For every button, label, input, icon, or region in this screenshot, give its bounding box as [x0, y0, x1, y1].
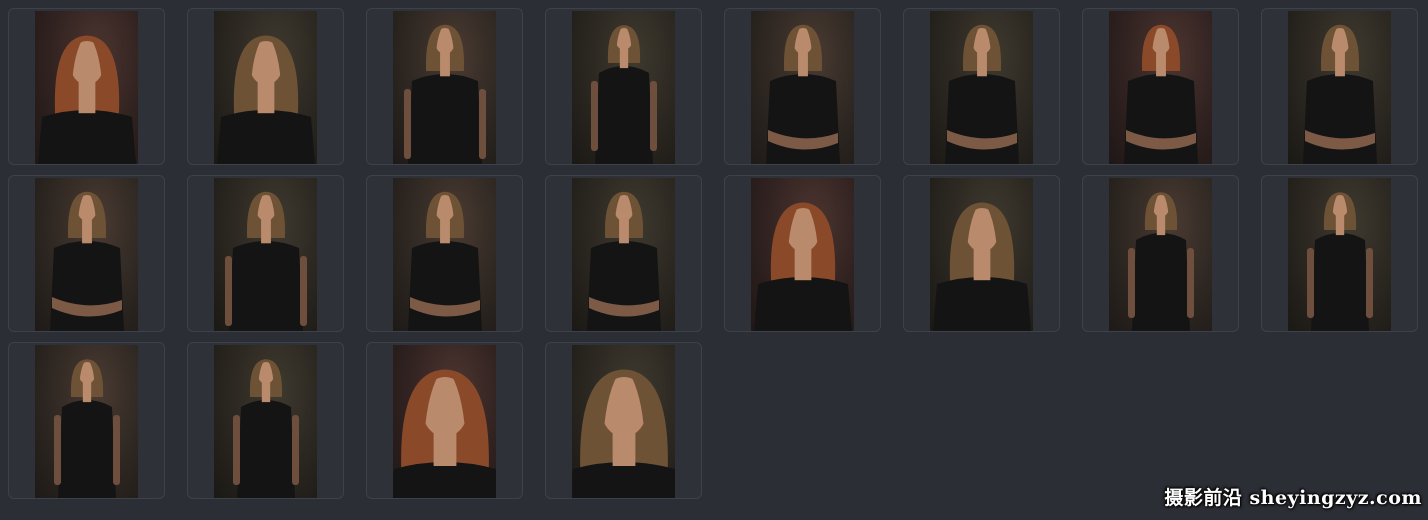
portrait-illustration — [408, 191, 482, 331]
portrait-photo — [1288, 11, 1391, 164]
thumbnail-card[interactable] — [1082, 175, 1239, 332]
portrait-illustration — [38, 35, 136, 164]
portrait-illustration — [1307, 192, 1373, 331]
portrait-photo — [572, 345, 675, 498]
portrait-illustration — [217, 35, 315, 164]
portrait-photo — [751, 178, 854, 331]
thumbnail-card[interactable] — [903, 8, 1060, 165]
portrait-illustration — [945, 24, 1019, 164]
thumbnail-gallery — [8, 8, 1418, 499]
portrait-photo — [930, 11, 1033, 164]
portrait-illustration — [1128, 192, 1194, 331]
thumbnail-card[interactable] — [187, 175, 344, 332]
thumbnail-card[interactable] — [545, 8, 702, 165]
thumbnail-card[interactable] — [8, 175, 165, 332]
thumbnail-card[interactable] — [366, 175, 523, 332]
portrait-illustration — [587, 191, 661, 331]
portrait-illustration — [1303, 24, 1377, 164]
thumbnail-card[interactable] — [1261, 175, 1418, 332]
thumbnail-card[interactable] — [187, 8, 344, 165]
watermark-text: 摄影前沿 sheyingzyz.com — [1164, 487, 1422, 509]
portrait-illustration — [393, 369, 496, 498]
thumbnail-card[interactable] — [8, 342, 165, 499]
portrait-photo — [930, 178, 1033, 331]
portrait-illustration — [572, 369, 675, 498]
portrait-illustration — [225, 191, 307, 331]
thumbnail-card[interactable] — [187, 342, 344, 499]
thumbnail-card[interactable] — [1082, 8, 1239, 165]
portrait-photo — [214, 178, 317, 331]
portrait-photo — [572, 11, 675, 164]
portrait-photo — [393, 345, 496, 498]
portrait-photo — [35, 11, 138, 164]
portrait-illustration — [766, 24, 840, 164]
thumbnail-card[interactable] — [903, 175, 1060, 332]
portrait-photo — [751, 11, 854, 164]
thumbnail-card[interactable] — [366, 8, 523, 165]
portrait-illustration — [754, 202, 852, 331]
portrait-photo — [35, 345, 138, 498]
thumbnail-card[interactable] — [8, 8, 165, 165]
portrait-photo — [393, 178, 496, 331]
thumbnail-card[interactable] — [545, 342, 702, 499]
portrait-photo — [1109, 11, 1212, 164]
portrait-photo — [35, 178, 138, 331]
portrait-illustration — [233, 359, 299, 498]
portrait-illustration — [404, 24, 486, 164]
portrait-photo — [572, 178, 675, 331]
portrait-photo — [1288, 178, 1391, 331]
thumbnail-card[interactable] — [724, 8, 881, 165]
thumbnail-card[interactable] — [724, 175, 881, 332]
portrait-illustration — [50, 191, 124, 331]
portrait-illustration — [54, 359, 120, 498]
portrait-photo — [393, 11, 496, 164]
portrait-illustration — [591, 25, 657, 164]
portrait-photo — [214, 11, 317, 164]
thumbnail-card[interactable] — [545, 175, 702, 332]
portrait-photo — [1109, 178, 1212, 331]
portrait-illustration — [933, 202, 1031, 331]
thumbnail-card[interactable] — [1261, 8, 1418, 165]
portrait-illustration — [1124, 24, 1198, 164]
portrait-photo — [214, 345, 317, 498]
thumbnail-card[interactable] — [366, 342, 523, 499]
